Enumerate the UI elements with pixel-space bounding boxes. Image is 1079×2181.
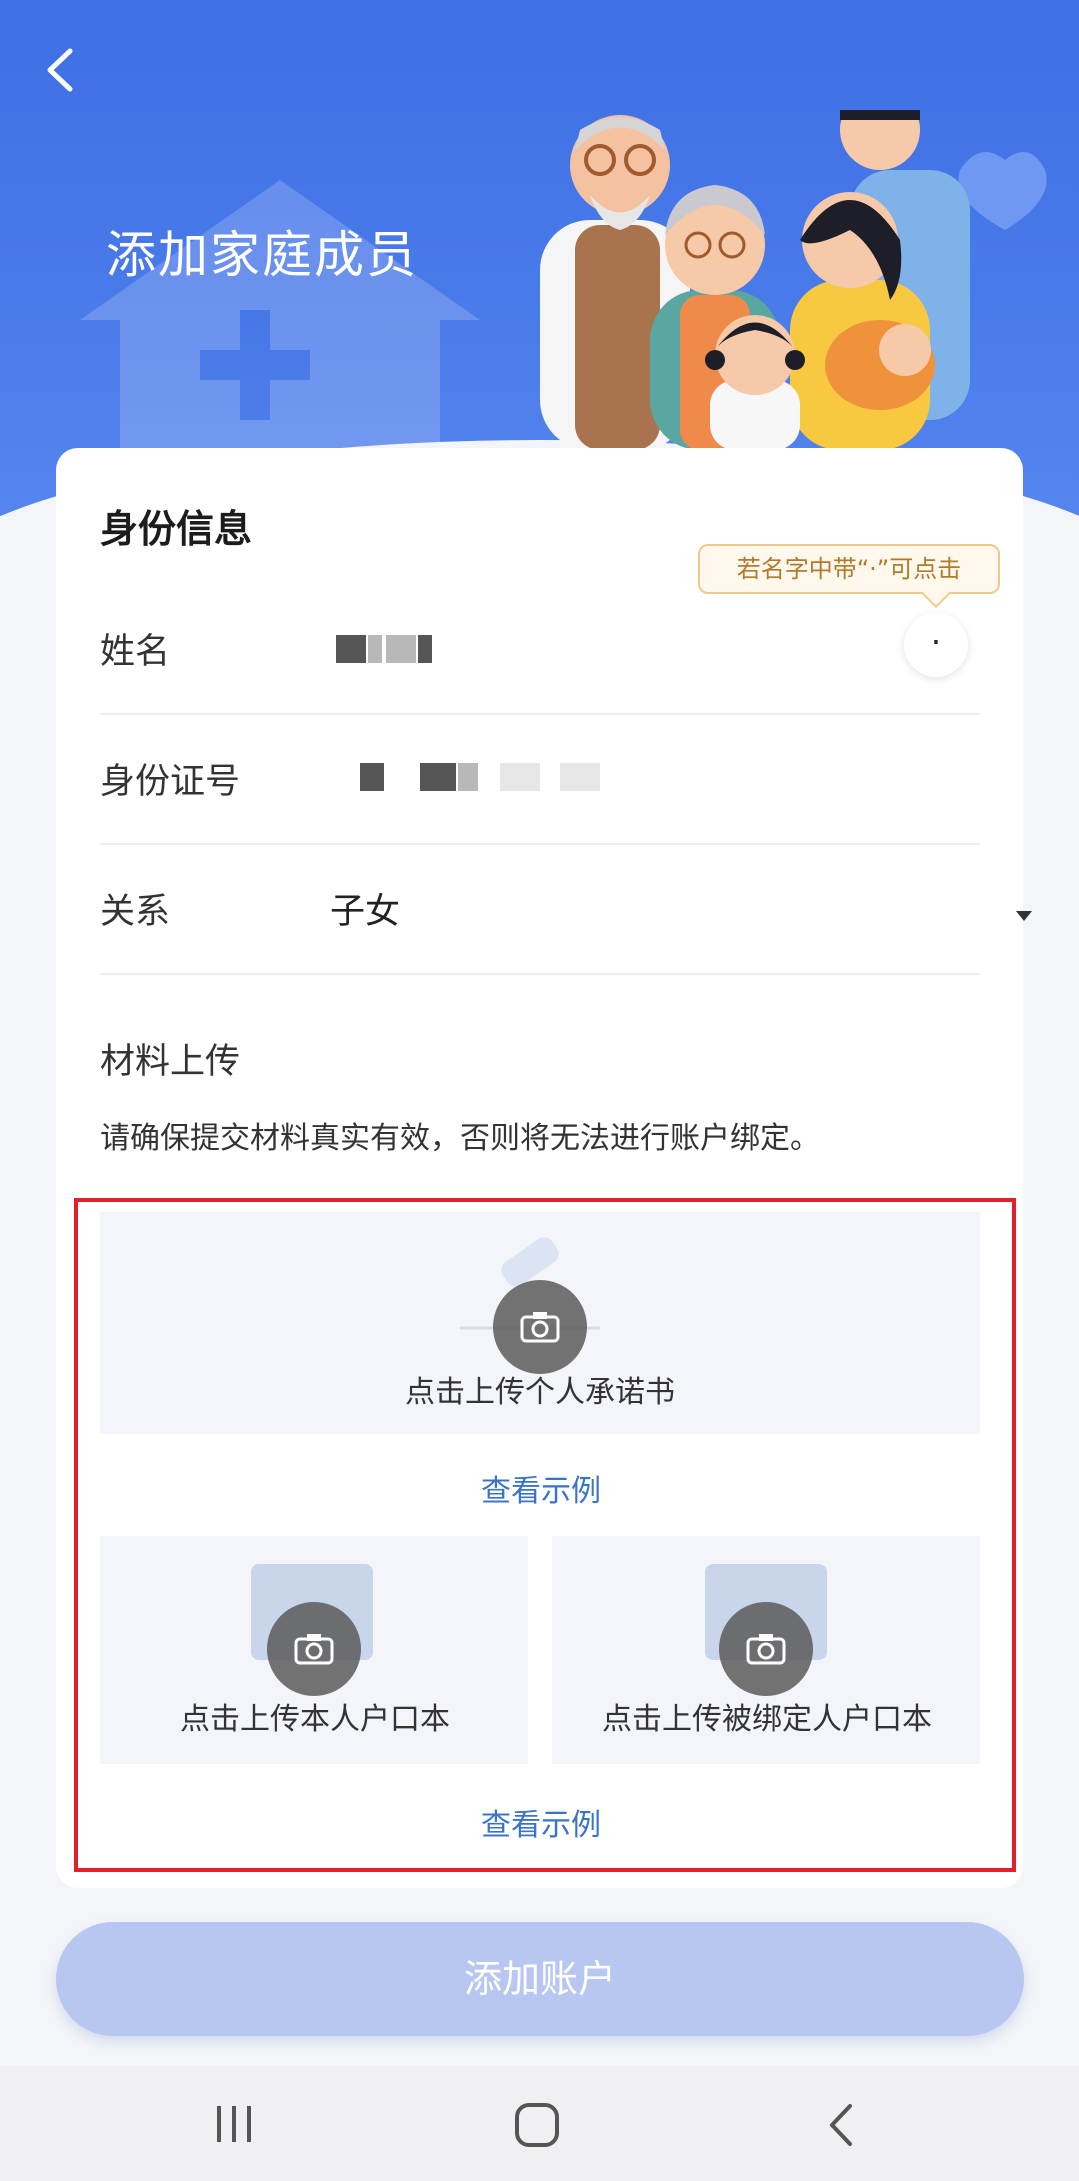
add-account-button[interactable]: 添加账户 <box>56 1922 1024 2036</box>
relation-value: 子女 <box>330 892 401 932</box>
back-arrow-icon <box>47 48 73 92</box>
header: 添加家庭成员 <box>0 0 1079 520</box>
camera-icon <box>267 1602 361 1696</box>
recent-apps-icon[interactable] <box>214 2102 254 2146</box>
upload-hint: 请确保提交材料真实有效，否则将无法进行账户绑定。 <box>100 1121 820 1156</box>
view-example-link-1[interactable]: 查看示例 <box>481 1466 601 1510</box>
family-illustration <box>540 110 1047 450</box>
back-button[interactable] <box>40 45 80 95</box>
id-number-row[interactable]: 身份证号 <box>100 713 980 845</box>
camera-icon <box>719 1602 813 1696</box>
own-hukou-upload-label: 点击上传本人户口本 <box>180 1702 450 1737</box>
bound-hukou-upload-label: 点击上传被绑定人户口本 <box>602 1702 932 1737</box>
view-example-link-2[interactable]: 查看示例 <box>481 1800 601 1844</box>
nav-back-icon[interactable] <box>826 2102 856 2148</box>
name-row[interactable]: 姓名 <box>100 583 980 715</box>
section-title: 身份信息 <box>100 507 253 551</box>
commitment-upload[interactable]: 点击上传个人承诺书 <box>100 1212 980 1434</box>
id-number-label: 身份证号 <box>100 762 241 802</box>
relation-row[interactable]: 关系 子女 <box>100 843 1032 975</box>
commitment-upload-label: 点击上传个人承诺书 <box>405 1375 675 1410</box>
dropdown-arrow-icon <box>1016 911 1032 921</box>
own-hukou-upload[interactable]: 点击上传本人户口本 <box>100 1536 528 1764</box>
page-title: 添加家庭成员 <box>106 226 418 284</box>
camera-icon <box>493 1280 587 1374</box>
relation-label: 关系 <box>100 892 171 932</box>
house-illustration <box>80 180 480 480</box>
system-nav-bar <box>0 2066 1079 2181</box>
bound-hukou-upload[interactable]: 点击上传被绑定人户口本 <box>552 1536 980 1764</box>
home-icon[interactable] <box>514 2102 560 2148</box>
upload-title: 材料上传 <box>100 1042 241 1082</box>
name-label: 姓名 <box>100 632 171 672</box>
